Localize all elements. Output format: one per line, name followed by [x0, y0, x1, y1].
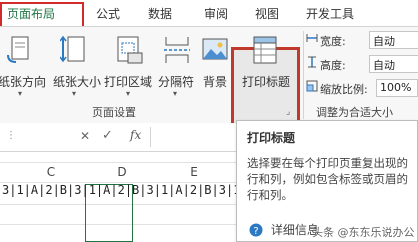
- chevron-down-icon: ▾: [173, 89, 178, 98]
- tab-developer[interactable]: 开发工具: [306, 5, 354, 22]
- watermark: 头条 @东东乐说办公: [312, 226, 415, 239]
- tab-data[interactable]: 数据: [148, 5, 172, 22]
- height-select[interactable]: 自动: [369, 55, 418, 73]
- scale-input[interactable]: 100%: [376, 79, 418, 97]
- page-orientation-button[interactable]: 纸张方向 ▾: [0, 31, 46, 101]
- page-orientation-icon: [7, 36, 29, 63]
- paper-size-icon: [60, 35, 85, 63]
- breaks-button[interactable]: 分隔符 ▾: [156, 31, 196, 101]
- height-label: 高度:: [320, 59, 346, 72]
- name-box-dropdown-icon[interactable]: ⋮: [6, 130, 16, 141]
- column-header-c[interactable]: C: [45, 165, 57, 183]
- column-header-d[interactable]: D: [116, 165, 128, 183]
- svg-text:?: ?: [253, 226, 258, 237]
- confirm-icon[interactable]: ✓: [102, 128, 113, 143]
- width-select[interactable]: 自动: [369, 31, 418, 49]
- tab-view[interactable]: 视图: [255, 5, 279, 22]
- background-label: 背景: [203, 75, 228, 89]
- tab-page-layout[interactable]: 页面布局: [7, 5, 56, 22]
- tooltip-title: 打印标题: [247, 131, 296, 145]
- tooltip-description: 选择要在每个打印页重复出现的行和列，例如包含标签或页眉的行和列。: [247, 156, 408, 202]
- width-icon: [306, 34, 318, 42]
- column-header-e[interactable]: E: [188, 165, 200, 183]
- background-icon: [202, 38, 228, 60]
- page-orientation-label: 纸张方向: [0, 75, 47, 89]
- cancel-icon[interactable]: ✕: [80, 129, 90, 143]
- print-titles-button[interactable]: 打印标题: [236, 31, 296, 101]
- height-icon: [308, 56, 316, 68]
- paper-size-label: 纸张大小: [53, 75, 102, 89]
- width-label: 宽度:: [320, 35, 346, 48]
- scale-icon: [306, 80, 318, 92]
- scale-label: 缩放比例:: [320, 83, 368, 96]
- chevron-down-icon: ▾: [72, 89, 77, 98]
- fx-icon[interactable]: fx: [130, 128, 141, 142]
- help-icon: ?: [249, 223, 263, 237]
- formula-divider: [150, 127, 151, 147]
- chevron-down-icon: ▾: [126, 89, 131, 98]
- breaks-icon: [164, 37, 190, 63]
- group-divider: [303, 31, 304, 119]
- tab-review[interactable]: 审阅: [204, 5, 228, 22]
- ribbon-tab-bar: 页面布局 公式 数据 审阅 视图 开发工具: [0, 0, 418, 27]
- tab-formulas[interactable]: 公式: [96, 5, 120, 22]
- ribbon: 纸张方向 ▾ 纸张大小 ▾ 打印区域 ▾ 分隔符 ▾ 背景 打印标题 宽度: 自…: [0, 26, 418, 134]
- background-button[interactable]: 背景: [198, 31, 232, 101]
- print-titles-icon: [253, 36, 277, 64]
- paper-size-button[interactable]: 纸张大小 ▾: [50, 31, 102, 101]
- page-setup-group-label: 页面设置: [92, 106, 136, 119]
- print-area-label: 打印区域: [104, 75, 153, 89]
- print-titles-label: 打印标题: [242, 75, 291, 89]
- chevron-down-icon: ▾: [18, 89, 23, 98]
- dialog-launcher-icon[interactable]: ⌟: [286, 107, 290, 117]
- scale-group-label: 调整为合适大小: [316, 106, 393, 119]
- print-area-icon: [117, 36, 143, 64]
- tooltip-more-info-link[interactable]: ? 详细信息: [249, 221, 319, 238]
- print-area-button[interactable]: 打印区域 ▾: [102, 31, 154, 101]
- breaks-label: 分隔符: [158, 75, 195, 89]
